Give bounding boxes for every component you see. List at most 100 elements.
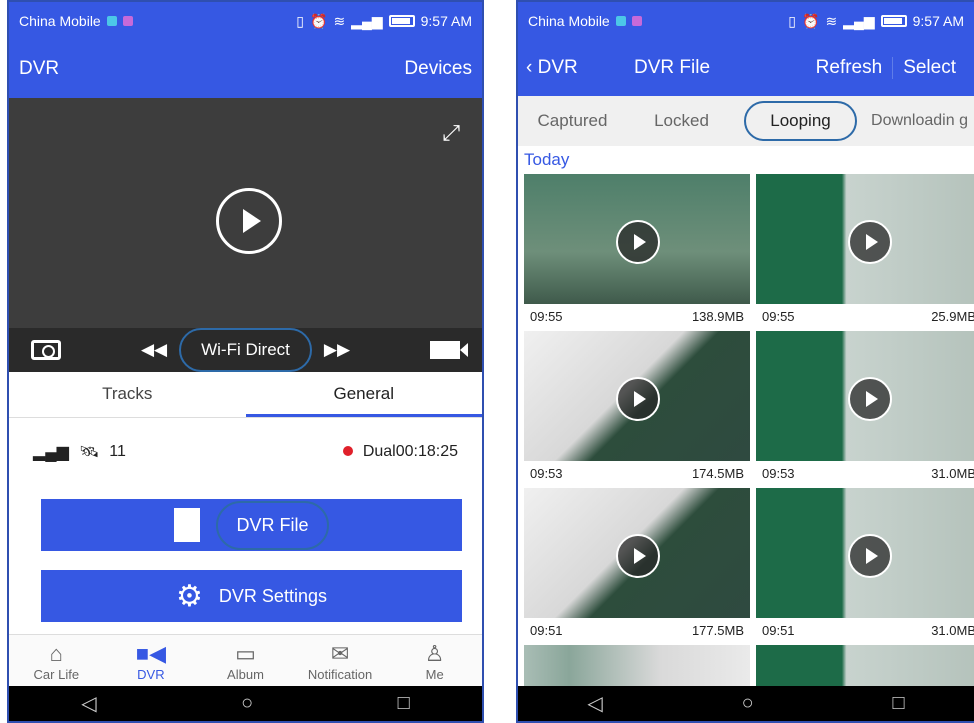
back-icon[interactable]: ◁ <box>81 691 96 716</box>
play-icon[interactable] <box>616 534 660 578</box>
message-icon <box>122 16 133 26</box>
file-time: 09:51 <box>530 622 563 638</box>
mail-icon: ✉ <box>330 641 350 666</box>
file-item[interactable]: 09:51 31.0MB <box>756 488 974 642</box>
video-record-icon[interactable] <box>429 341 468 359</box>
camera-icon[interactable] <box>31 340 61 360</box>
fullscreen-icon[interactable]: ⤢ <box>442 120 460 146</box>
home-circle-icon[interactable]: ○ <box>241 692 253 715</box>
image-icon: ▭ <box>235 641 256 666</box>
video-thumbnail[interactable] <box>756 645 974 691</box>
wifi-icon: ≋ <box>825 12 838 29</box>
select-button[interactable]: Select <box>892 57 966 79</box>
nav-me-label: Me <box>425 667 444 682</box>
status-time: 9:57 AM <box>420 13 472 29</box>
video-thumbnail[interactable] <box>756 174 974 304</box>
file-time: 09:55 <box>530 308 563 324</box>
play-icon[interactable] <box>616 377 660 421</box>
dvr-file-label: DVR File <box>216 500 329 550</box>
file-size: 138.9MB <box>691 308 744 324</box>
recent-apps-icon[interactable]: □ <box>892 692 904 715</box>
satellite-icon: 🛰 <box>78 444 100 461</box>
message-icon <box>631 16 642 26</box>
wifi-icon: ≋ <box>333 12 346 29</box>
file-item[interactable]: 09:53 174.5MB <box>524 331 752 485</box>
tab-looping[interactable]: Looping <box>744 101 857 141</box>
satellite-count: 11 <box>109 443 126 460</box>
app-bar: DVR Devices <box>9 40 482 98</box>
file-time: 09:53 <box>762 465 795 481</box>
nav-car-life[interactable]: ⌂ Car Life <box>9 635 104 690</box>
status-bar: China Mobile ▯ ⏰ ≋ ▂▄▆ 9:57 AM <box>9 2 482 40</box>
tab-general[interactable]: General <box>245 372 482 417</box>
video-thumbnail[interactable] <box>524 174 750 304</box>
video-thumbnail[interactable] <box>756 488 974 618</box>
mode-controls: ◀◀ Wi-Fi Direct ▶▶ <box>141 328 350 372</box>
nav-album[interactable]: ▭ Album <box>198 635 293 690</box>
video-thumbnail[interactable] <box>524 645 750 691</box>
carrier: China Mobile <box>528 13 788 29</box>
video-thumbnail[interactable] <box>524 331 750 461</box>
device-info: ▂▄▆ 🛰 11 Dual00:18:25 <box>9 432 482 472</box>
status-right: ▯ ⏰ ≋ ▂▄▆ 9:57 AM <box>296 13 472 30</box>
nav-me[interactable]: ♙ Me <box>387 635 482 690</box>
appbar-actions: Refresh Select <box>806 57 966 79</box>
shield-icon <box>106 16 117 26</box>
devices-button[interactable]: Devices <box>404 58 472 80</box>
file-meta: 09:53 174.5MB <box>524 461 750 485</box>
dvr-settings-button[interactable]: ⚙ DVR Settings <box>41 570 462 622</box>
status-time: 9:57 AM <box>912 13 964 29</box>
back-button[interactable]: ‹ DVR <box>526 57 634 79</box>
tab-tracks[interactable]: Tracks <box>9 372 246 417</box>
nav-dvr[interactable]: ■◀ DVR <box>104 635 199 690</box>
file-meta: 09:53 31.0MB <box>756 461 974 485</box>
wifi-direct-label[interactable]: Wi-Fi Direct <box>179 328 312 372</box>
file-time: 09:51 <box>762 622 795 638</box>
vibrate-icon: ▯ <box>788 12 796 29</box>
fast-forward-icon[interactable]: ▶▶ <box>324 340 350 360</box>
play-icon[interactable] <box>616 220 660 264</box>
carrier-name: China Mobile <box>528 13 610 29</box>
refresh-button[interactable]: Refresh <box>806 57 893 79</box>
tab-locked[interactable]: Locked <box>627 111 736 131</box>
file-item[interactable]: 09:51 177.5MB <box>524 488 752 642</box>
recording-time: Dual00:18:25 <box>362 443 458 460</box>
signal-strength-icon: ▂▄▆ <box>33 444 69 461</box>
home-circle-icon[interactable]: ○ <box>742 692 754 715</box>
rewind-icon[interactable]: ◀◀ <box>141 340 167 360</box>
file-size: 174.5MB <box>691 465 744 481</box>
file-item[interactable]: 09:55 138.9MB <box>524 174 752 328</box>
back-label: DVR <box>537 57 578 78</box>
signal-icon: ▂▄▆ <box>351 12 383 29</box>
recent-apps-icon[interactable]: □ <box>398 692 410 715</box>
home-icon: ⌂ <box>49 641 63 666</box>
file-size: 25.9MB <box>931 308 974 324</box>
tab-captured[interactable]: Captured <box>518 111 627 131</box>
bottom-nav: ⌂ Car Life ■◀ DVR ▭ Album ✉ Notification… <box>9 634 482 690</box>
nav-notification[interactable]: ✉ Notification <box>293 635 388 690</box>
nav-notification-label: Notification <box>307 667 373 682</box>
page-title: DVR <box>19 58 60 79</box>
file-icon <box>174 508 201 542</box>
file-meta: 09:51 177.5MB <box>524 618 750 642</box>
video-camera-icon: ■◀ <box>135 641 166 666</box>
shield-icon <box>615 16 626 26</box>
file-item[interactable]: 09:55 25.9MB <box>756 174 974 328</box>
video-thumbnail[interactable] <box>756 331 974 461</box>
play-icon[interactable] <box>848 534 892 578</box>
status-right: ▯ ⏰ ≋ ▂▄▆ 9:57 AM <box>788 13 964 30</box>
dvr-file-button[interactable]: DVR File <box>41 499 462 551</box>
video-thumbnail[interactable] <box>524 488 750 618</box>
tab-downloading[interactable]: Downloadin g <box>865 112 974 130</box>
back-icon[interactable]: ◁ <box>587 691 602 716</box>
player-controls: ◀◀ Wi-Fi Direct ▶▶ <box>9 328 482 372</box>
file-time: 09:55 <box>762 308 795 324</box>
play-icon[interactable] <box>848 377 892 421</box>
play-icon[interactable] <box>216 188 282 254</box>
view-tabs: Tracks General <box>9 372 482 418</box>
battery-icon <box>388 15 415 27</box>
file-item[interactable]: 09:53 31.0MB <box>756 331 974 485</box>
play-icon[interactable] <box>848 220 892 264</box>
recording-status: Dual00:18:25 <box>342 443 458 461</box>
user-icon: ♙ <box>424 641 445 666</box>
